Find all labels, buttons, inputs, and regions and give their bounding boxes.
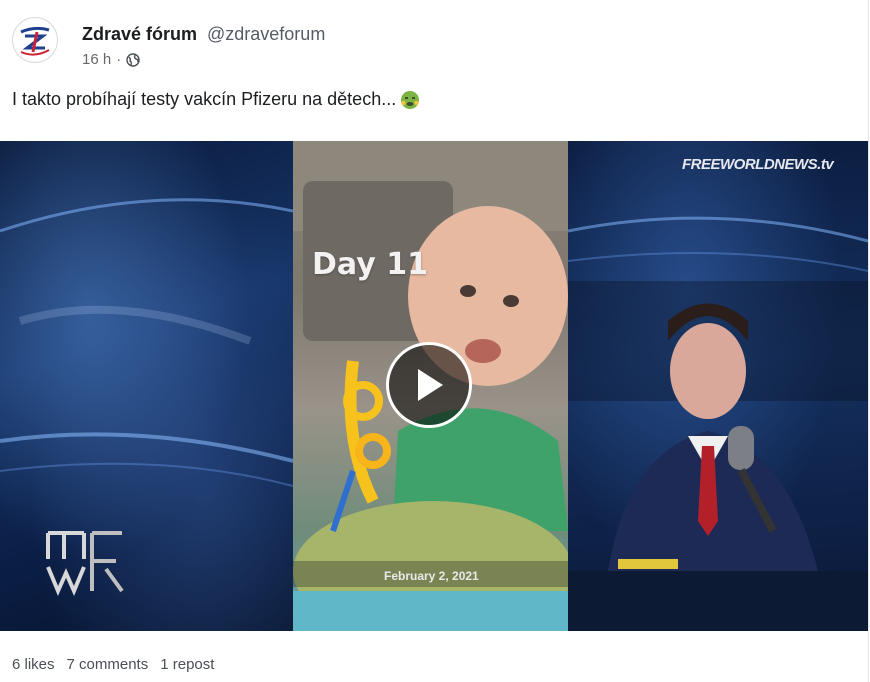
channel-logo: FREEWORLDNEWS.tv [682, 156, 834, 173]
globe-icon [126, 52, 140, 67]
video-day-overlay: Day 11 [312, 247, 428, 282]
comments-count[interactable]: 7 comments [67, 656, 149, 673]
meta-separator: · [116, 51, 122, 68]
video-date-overlay: February 2, 2021 [384, 569, 479, 583]
author-name[interactable]: Zdravé fórum [82, 24, 197, 45]
news-anchor-frame [567, 216, 868, 631]
author-avatar[interactable] [12, 17, 58, 63]
post-text: I takto probíhají testy vakcín Pfizeru n… [12, 89, 420, 110]
author-handle[interactable]: @zdraveforum [207, 24, 325, 45]
play-button[interactable] [386, 342, 472, 428]
play-icon [418, 369, 443, 401]
post-meta: 16 h · [82, 51, 140, 68]
engagement-stats: 6 likes 7 comments 1 repost [12, 656, 214, 673]
video-player[interactable]: Day 11 February 2, 2021 FREEWORLDNEWS.tv [0, 141, 868, 631]
infowars-logo [44, 525, 130, 599]
nauseated-face-emoji [401, 90, 420, 109]
infowars-watermark [46, 531, 124, 597]
reposts-count[interactable]: 1 repost [160, 656, 214, 673]
post-timestamp[interactable]: 16 h [82, 51, 111, 68]
post-card: Zdravé fórum @zdraveforum 16 h · I takto… [0, 0, 869, 682]
post-body: I takto probíhají testy vakcín Pfizeru n… [12, 89, 397, 109]
zdrave-forum-logo [14, 19, 56, 61]
video-right-panel [567, 141, 868, 631]
likes-count[interactable]: 6 likes [12, 656, 55, 673]
